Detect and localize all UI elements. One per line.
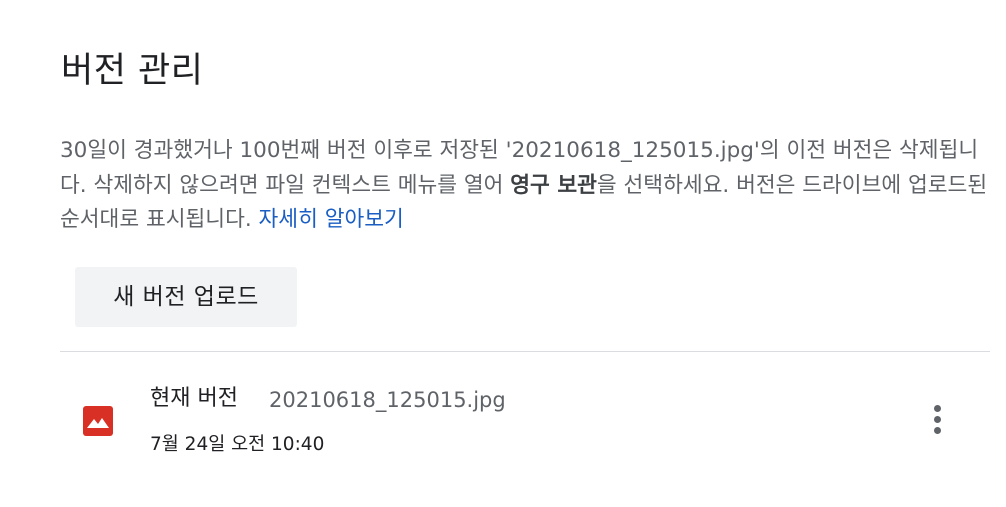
more-options-dot [934, 416, 941, 423]
learn-more-link[interactable]: 자세히 알아보기 [259, 207, 404, 232]
more-options-dot [934, 405, 941, 412]
upload-new-version-button[interactable]: 새 버전 업로드 [75, 267, 297, 327]
more-options-dot [934, 427, 941, 434]
dialog-description: 30일이 경과했거나 100번째 버전 이후로 저장된 '20210618_12… [60, 134, 995, 238]
image-file-icon [83, 406, 113, 436]
version-row: 현재 버전 20210618_125015.jpg 7월 24일 오전 10:4… [60, 352, 990, 492]
version-filename: 20210618_125015.jpg [269, 388, 506, 412]
dialog-title: 버전 관리 [61, 51, 204, 91]
more-options-icon[interactable] [922, 400, 954, 440]
version-date: 7월 24일 오전 10:40 [150, 434, 325, 455]
keep-forever-label: 영구 보관 [510, 172, 597, 198]
current-version-label: 현재 버전 [150, 386, 238, 411]
manage-versions-dialog: 버전 관리 30일이 경과했거나 100번째 버전 이후로 저장된 '20210… [0, 0, 1006, 507]
